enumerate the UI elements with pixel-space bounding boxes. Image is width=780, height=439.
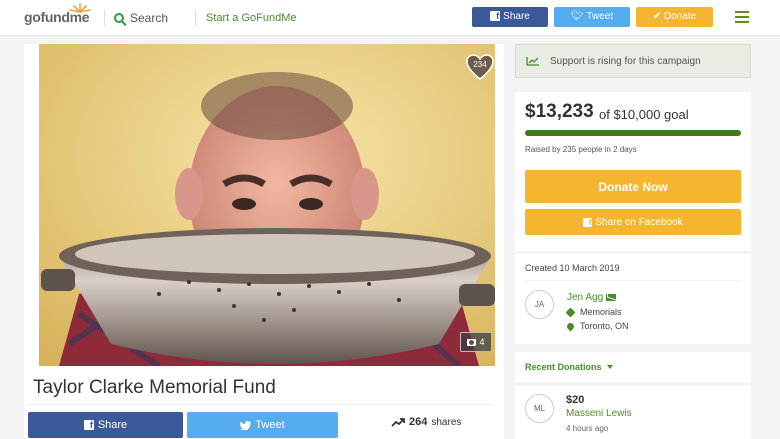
top-navigation-bar: gofundme Search Start a GoFundMe f Share … <box>0 0 780 36</box>
progress-bar-fill <box>525 130 741 136</box>
twitter-icon: 🐦︎ <box>571 11 584 22</box>
organizer-category: Memorials <box>565 307 622 317</box>
goal-text: of $10,000 goal <box>599 107 689 122</box>
search-icon <box>114 13 124 23</box>
trending-up-icon <box>391 418 405 427</box>
donation-time: 4 hours ago <box>566 424 609 433</box>
line-chart-icon <box>526 57 539 66</box>
heart-count: 234 <box>473 60 487 69</box>
organizer-card: Created 10 March 2019 JA Jen Agg Memoria… <box>515 254 751 344</box>
organizer-location: Toronto, ON <box>565 321 629 331</box>
organizer-avatar: JA <box>525 290 554 319</box>
progress-bar <box>525 130 741 136</box>
logo-sun-icon <box>69 3 91 13</box>
divider <box>28 404 494 405</box>
donation-summary-card: $13,233 of $10,000 goal Raised by 235 pe… <box>515 92 751 251</box>
raised-amount: $13,233 <box>525 101 594 122</box>
search-label: Search <box>130 11 169 25</box>
start-gofundme-link[interactable]: Start a GoFundMe <box>195 10 297 26</box>
header-tweet-button[interactable]: 🐦︎ Tweet <box>554 7 630 27</box>
shares-count: 264 shares <box>391 416 461 428</box>
divider <box>525 280 741 281</box>
facebook-icon: f <box>490 11 501 22</box>
caret-down-icon <box>606 365 613 369</box>
share-button[interactable]: f Share <box>28 412 183 438</box>
organizer-name-link[interactable]: Jen Agg <box>567 292 617 303</box>
search-button[interactable]: Search <box>104 10 168 26</box>
campaign-photo-illustration <box>39 44 495 366</box>
donor-name: Masseni Lewis <box>566 408 632 419</box>
map-pin-icon <box>565 321 576 331</box>
campaign-title: Taylor Clarke Memorial Fund <box>33 377 276 398</box>
photo-count-badge[interactable]: 4 <box>460 332 492 352</box>
donation-list-item: ML $20 Masseni Lewis 4 hours ago <box>515 386 751 439</box>
facebook-icon: f <box>83 420 94 430</box>
recent-donations-toggle[interactable]: Recent Donations <box>515 352 751 382</box>
camera-icon <box>467 338 477 346</box>
donate-now-button[interactable]: Donate Now <box>525 170 741 203</box>
tag-icon <box>565 307 576 317</box>
donor-avatar: ML <box>525 394 554 423</box>
twitter-icon <box>240 420 252 430</box>
envelope-icon[interactable] <box>606 294 617 301</box>
created-date: Created 10 March 2019 <box>525 263 620 273</box>
share-on-facebook-button[interactable]: f Share on Facebook <box>525 209 741 235</box>
hamburger-menu-icon[interactable] <box>735 11 749 23</box>
checkmark-icon: ✔ <box>652 11 662 22</box>
gofundme-logo[interactable]: gofundme <box>24 3 91 25</box>
facebook-icon: f <box>583 217 593 227</box>
tweet-button[interactable]: Tweet <box>187 412 338 438</box>
header-donate-button[interactable]: ✔ Donate <box>636 7 713 27</box>
campaign-photo[interactable] <box>39 44 495 366</box>
header-share-button[interactable]: f Share <box>472 7 548 27</box>
donation-amount: $20 <box>566 394 585 406</box>
raised-by-text: Raised by 235 people in 2 days <box>525 145 637 154</box>
rising-support-banner: Support is rising for this campaign <box>515 44 751 78</box>
